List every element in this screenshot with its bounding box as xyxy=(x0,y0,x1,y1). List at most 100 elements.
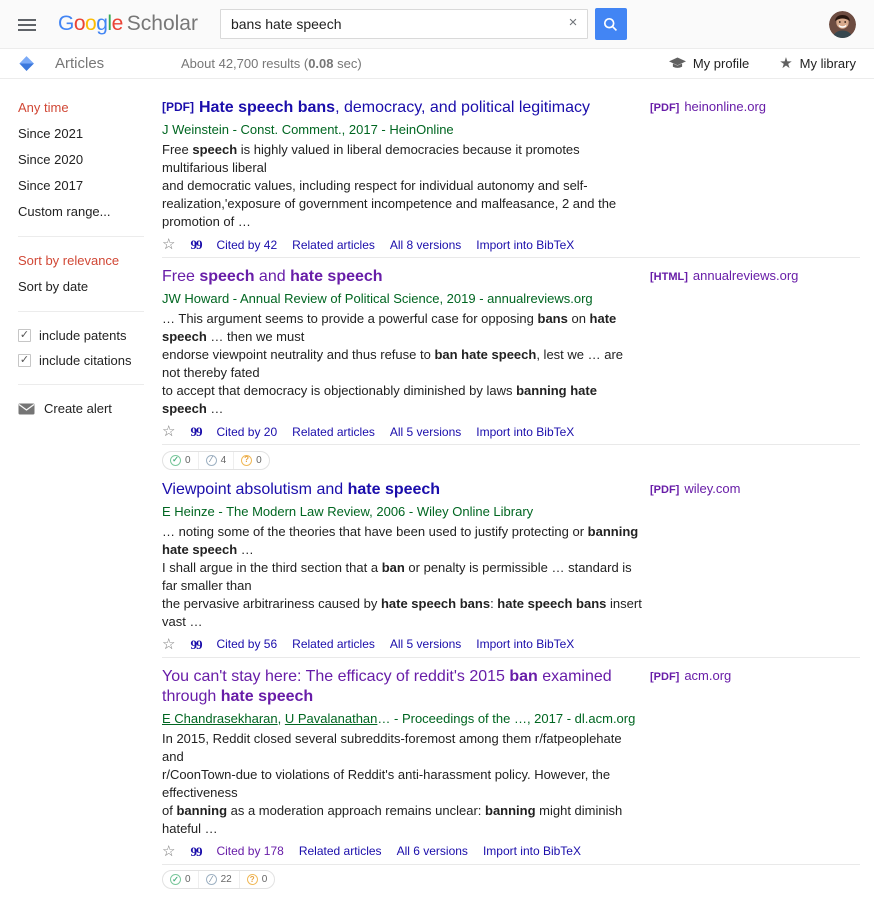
sidebar-divider xyxy=(18,236,144,237)
clear-search-icon[interactable]: × xyxy=(565,14,581,31)
save-star-icon[interactable]: ☆ xyxy=(162,237,175,252)
action-link-import-into-bibtex[interactable]: Import into BibTeX xyxy=(476,238,574,252)
sidebar-item-since-2017[interactable]: Since 2017 xyxy=(18,173,162,199)
checkbox-label: include patents xyxy=(39,323,126,348)
action-link-cited-by-20[interactable]: Cited by 20 xyxy=(216,425,277,439)
menu-icon[interactable] xyxy=(18,16,36,34)
action-link-import-into-bibtex[interactable]: Import into BibTeX xyxy=(476,425,574,439)
snippet-line: realization,'exposure of government inco… xyxy=(162,195,644,231)
result-title[interactable]: You can't stay here: The efficacy of red… xyxy=(162,667,644,707)
result-title[interactable]: [PDF]Hate speech bans, democracy, and po… xyxy=(162,98,644,118)
sidebar-item-since-2020[interactable]: Since 2020 xyxy=(18,147,162,173)
result-main: [PDF]Hate speech bans, democracy, and po… xyxy=(162,96,644,252)
checkbox-icon[interactable]: ✓ xyxy=(18,329,31,342)
fulltext-tag: [PDF] xyxy=(650,484,679,496)
action-link-all-6-versions[interactable]: All 6 versions xyxy=(397,844,468,858)
fulltext-link[interactable]: [PDF]heinonline.org xyxy=(650,99,766,114)
file-type-tag: [PDF] xyxy=(162,100,194,114)
result-authors[interactable]: E Heinze - The Modern Law Review, 2006 -… xyxy=(162,503,644,520)
scite-badge-segment: ⁄4 xyxy=(198,452,234,469)
result-snippet: Free speech is highly valued in liberal … xyxy=(162,141,644,231)
result-authors[interactable]: E Chandrasekharan, U Pavalanathan… - Pro… xyxy=(162,710,644,727)
result-title[interactable]: Viewpoint absolutism and hate speech xyxy=(162,480,644,500)
scite-count: 0 xyxy=(256,455,262,466)
sidebar-item-sort-by-relevance[interactable]: Sort by relevance xyxy=(18,248,162,274)
action-link-related-articles[interactable]: Related articles xyxy=(292,637,375,651)
fulltext-link[interactable]: [PDF] wiley.com xyxy=(650,481,740,496)
fulltext-tag: [HTML] xyxy=(650,271,688,283)
save-star-icon[interactable]: ☆ xyxy=(162,637,175,652)
save-star-icon[interactable]: ☆ xyxy=(162,424,175,439)
sidebar-checkbox-include-patents[interactable]: ✓ include patents xyxy=(18,323,162,348)
scholar-logo[interactable]: GoogleScholar xyxy=(58,12,198,36)
avatar[interactable] xyxy=(829,11,856,38)
fulltext-domain: wiley.com xyxy=(684,481,740,496)
sidebar-item-sort-by-date[interactable]: Sort by date xyxy=(18,274,162,300)
envelope-icon xyxy=(18,403,35,415)
create-alert-label: Create alert xyxy=(44,401,112,416)
cite-icon[interactable]: 99 xyxy=(190,845,201,858)
sidebar-checkbox-include-citations[interactable]: ✓include citations xyxy=(18,348,162,373)
result-side-link: [PDF]acm.org xyxy=(650,665,731,859)
scite-badge-segment: ?0 xyxy=(239,871,275,888)
result-authors[interactable]: JW Howard - Annual Review of Political S… xyxy=(162,290,644,307)
result-divider xyxy=(162,864,860,865)
fulltext-tag: [PDF] xyxy=(650,671,679,683)
result-actions: ☆ 99 Cited by 178 Related articles All 6 ver… xyxy=(162,844,644,859)
star-icon: ★ xyxy=(779,56,792,71)
action-link-import-into-bibtex[interactable]: Import into BibTeX xyxy=(483,844,581,858)
result-snippet: … This argument seems to provide a power… xyxy=(162,310,644,418)
results-toolbar: Articles About 42,700 results (0.08 sec)… xyxy=(0,49,874,79)
scite-count: 0 xyxy=(185,874,191,885)
tab-articles[interactable]: Articles xyxy=(55,55,125,72)
my-library-label: My library xyxy=(800,56,856,71)
action-link-related-articles[interactable]: Related articles xyxy=(292,238,375,252)
result-authors[interactable]: J Weinstein - Const. Comment., 2017 - He… xyxy=(162,121,644,138)
create-alert-button[interactable]: Create alert xyxy=(18,401,162,416)
scholar-diamond-icon[interactable] xyxy=(18,55,35,72)
scite-badge-segment: ⁄22 xyxy=(198,871,239,888)
sidebar-item-since-2021[interactable]: Since 2021 xyxy=(18,121,162,147)
fulltext-link[interactable]: [PDF]acm.org xyxy=(650,668,731,683)
snippet-line: In 2015, Reddit closed several subreddit… xyxy=(162,730,644,766)
action-link-import-into-bibtex[interactable]: Import into BibTeX xyxy=(476,637,574,651)
scite-badge[interactable]: ✓0⁄4?0 xyxy=(162,451,270,470)
my-profile-button[interactable]: My profile xyxy=(669,56,749,71)
snippet-line: … noting some of the theories that have … xyxy=(162,523,644,559)
search-result: Viewpoint absolutism and hate speech E He… xyxy=(162,478,860,652)
search-button[interactable] xyxy=(595,8,627,40)
check-icon: ✓ xyxy=(170,874,181,885)
scite-badge-segment: ✓0 xyxy=(163,452,198,469)
top-header: GoogleScholar × xyxy=(0,0,874,49)
save-star-icon[interactable]: ☆ xyxy=(162,844,175,859)
cite-icon[interactable]: 99 xyxy=(190,425,201,438)
action-link-cited-by-42[interactable]: Cited by 42 xyxy=(216,238,277,252)
sidebar-item-any-time[interactable]: Any time xyxy=(18,95,162,121)
search-input[interactable] xyxy=(220,9,588,39)
action-link-related-articles[interactable]: Related articles xyxy=(292,425,375,439)
snippet-line: and democratic values, including respect… xyxy=(162,177,644,195)
checkbox-icon[interactable]: ✓ xyxy=(18,354,31,367)
result-side-link: [HTML]annualreviews.org xyxy=(650,265,798,439)
scite-badge[interactable]: ✓ 0 ⁄22?0 xyxy=(162,870,275,889)
action-link-related-articles[interactable]: Related articles xyxy=(299,844,382,858)
action-link-cited-by-178[interactable]: Cited by 178 xyxy=(216,844,283,858)
check-icon: ✓ xyxy=(170,455,181,466)
sidebar-item-custom-range-[interactable]: Custom range... xyxy=(18,199,162,225)
snippet-line: r/CoonTown-due to violations of Reddit's… xyxy=(162,766,644,802)
scite-count: 4 xyxy=(221,455,227,466)
scite-badge-row: ✓ 0 ⁄22?0 xyxy=(162,870,860,890)
slash-icon: ⁄ xyxy=(206,874,217,885)
search-icon xyxy=(602,16,619,33)
action-link-all-5-versions[interactable]: All 5 versions xyxy=(390,425,461,439)
my-library-button[interactable]: ★ My library xyxy=(779,56,856,71)
cite-icon[interactable]: 99 xyxy=(190,638,201,651)
action-link-all-8-versions[interactable]: All 8 versions xyxy=(390,238,461,252)
cite-icon[interactable]: 99 xyxy=(190,238,201,251)
action-link-cited-by-56[interactable]: Cited by 56 xyxy=(216,637,277,651)
result-title[interactable]: Free speech and hate speech xyxy=(162,267,644,287)
action-link-all-5-versions[interactable]: All 5 versions xyxy=(390,637,461,651)
sidebar-divider xyxy=(18,384,144,385)
profile-photo xyxy=(829,11,856,38)
fulltext-link[interactable]: [HTML]annualreviews.org xyxy=(650,268,798,283)
